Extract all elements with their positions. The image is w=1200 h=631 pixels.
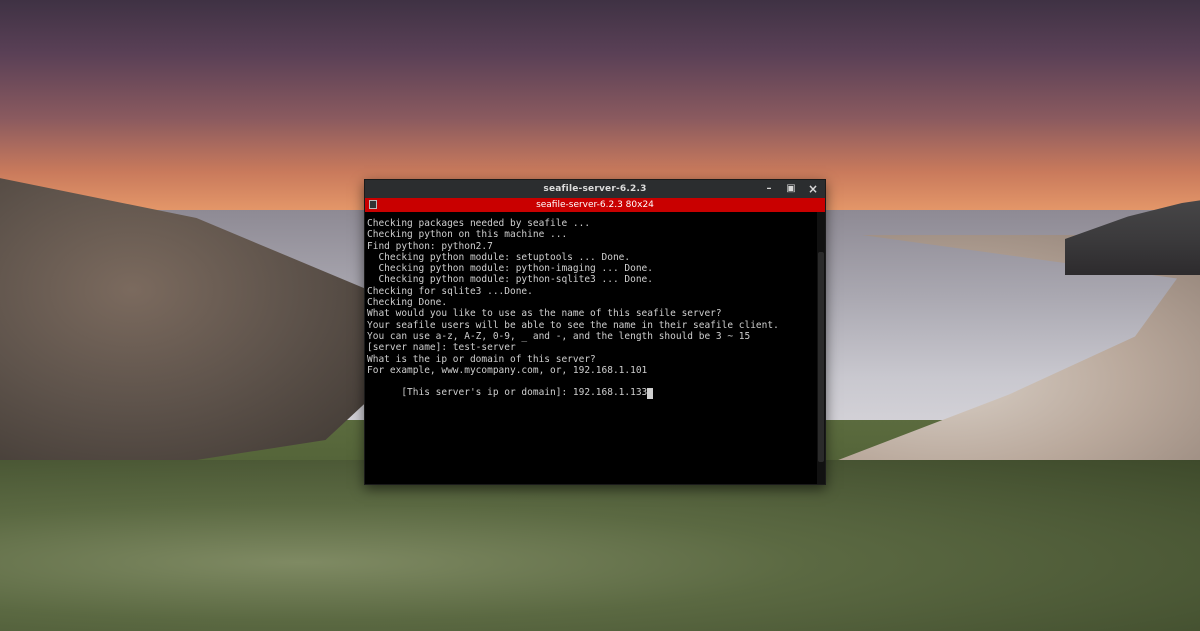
terminal-tab[interactable]: seafile-server-6.2.3 80x24	[365, 198, 825, 212]
terminal-line: Checking Done.	[367, 297, 448, 309]
maximize-icon[interactable]: ▣	[785, 183, 797, 195]
cursor	[647, 387, 654, 399]
terminal-output[interactable]: Checking packages needed by seafile ... …	[365, 212, 825, 484]
terminal-line: Checking for sqlite3 ...Done.	[367, 285, 533, 297]
window-titlebar[interactable]: seafile-server-6.2.3 – ▣ ×	[365, 180, 825, 198]
terminal-line: Checking python module: setuptools ... D…	[367, 251, 631, 263]
close-icon[interactable]: ×	[807, 183, 819, 195]
window-title: seafile-server-6.2.3	[543, 184, 647, 194]
terminal-line: For example, www.mycompany.com, or, 192.…	[367, 364, 648, 376]
terminal-line: What would you like to use as the name o…	[367, 308, 722, 320]
terminal-line: [server name]: test-server	[367, 342, 516, 354]
terminal-scrollbar[interactable]	[817, 212, 825, 484]
terminal-line: What is the ip or domain of this server?	[367, 353, 596, 365]
terminal-line: Find python: python2.7	[367, 240, 493, 252]
terminal-line: Checking packages needed by seafile ...	[367, 218, 591, 229]
window-controls: – ▣ ×	[763, 180, 819, 198]
foreground-vegetation	[0, 460, 1200, 631]
terminal-line: Checking python module: python-sqlite3 .…	[367, 274, 653, 286]
terminal-icon	[369, 199, 377, 209]
terminal-line: You can use a-z, A-Z, 0-9, _ and -, and …	[367, 330, 751, 342]
scrollbar-thumb[interactable]	[818, 252, 824, 462]
terminal-line: Your seafile users will be able to see t…	[367, 319, 779, 331]
terminal-prompt-line: [This server's ip or domain]: 192.168.1.…	[367, 376, 813, 410]
tab-title: seafile-server-6.2.3 80x24	[536, 200, 654, 210]
terminal-line: Checking python module: python-imaging .…	[367, 263, 653, 275]
minimize-icon[interactable]: –	[763, 183, 775, 195]
terminal-window[interactable]: seafile-server-6.2.3 – ▣ × seafile-serve…	[364, 179, 826, 485]
terminal-line: [This server's ip or domain]: 192.168.1.…	[401, 387, 648, 399]
terminal-line: Checking python on this machine ...	[367, 229, 568, 241]
